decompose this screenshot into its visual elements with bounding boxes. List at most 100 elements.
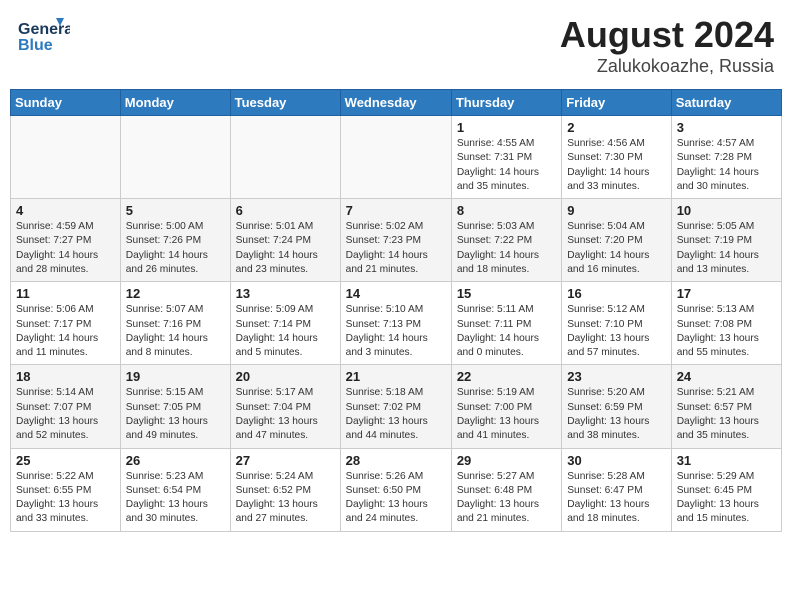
logo-icon: General Blue [18,14,70,58]
table-row: 10Sunrise: 5:05 AMSunset: 7:19 PMDayligh… [671,199,781,282]
day-number: 17 [677,286,776,301]
calendar-week-row: 25 Sunrise: 5:22 AMSunset: 6:55 PMDayligh… [11,448,782,531]
day-number: 1 [457,120,556,135]
calendar-table: Sunday Monday Tuesday Wednesday Thursday… [10,89,782,532]
day-info: Sunrise: 5:28 AMSunset: 6:47 PMDaylight:… [567,470,665,527]
day-info: Sunrise: 5:10 AMSunset: 7:13 PMDaylight:… [346,303,446,360]
day-info: Sunrise: 5:04 AMSunset: 7:20 PMDaylight:… [567,220,665,277]
table-row: 3 Sunrise: 4:57 AMSunset: 7:28 PMDaylight… [671,116,781,199]
day-info: Sunrise: 5:07 AMSunset: 7:16 PMDaylight:… [126,303,225,360]
day-info: Sunrise: 4:59 AMSunset: 7:27 PMDaylight:… [16,220,115,277]
day-number: 23 [567,369,665,384]
day-info: Sunrise: 4:57 AMSunset: 7:28 PMDaylight:… [677,137,776,194]
table-row: 9Sunrise: 5:04 AMSunset: 7:20 PMDaylight… [562,199,671,282]
table-row: 11 Sunrise: 5:06 AMSunset: 7:17 PMDayligh… [11,282,121,365]
day-number: 30 [567,453,665,468]
table-row: 4 Sunrise: 4:59 AMSunset: 7:27 PMDaylight… [11,199,121,282]
logo: General Blue [18,14,70,58]
day-info: Sunrise: 5:17 AMSunset: 7:04 PMDaylight:… [236,386,335,443]
calendar-subtitle: Zalukokoazhe, Russia [560,56,774,77]
table-row: 23 Sunrise: 5:20 AMSunset: 6:59 PMDayligh… [562,365,671,448]
day-info: Sunrise: 5:29 AMSunset: 6:45 PMDaylight:… [677,470,776,527]
day-number: 8 [457,203,556,218]
svg-text:Blue: Blue [18,37,53,54]
table-row [11,116,121,199]
table-row: 29 Sunrise: 5:27 AMSunset: 6:48 PMDayligh… [451,448,561,531]
day-info: Sunrise: 5:13 AMSunset: 7:08 PMDaylight:… [677,303,776,360]
day-info: Sunrise: 5:26 AMSunset: 6:50 PMDaylight:… [346,470,446,527]
day-info: Sunrise: 5:01 AMSunset: 7:24 PMDaylight:… [236,220,335,277]
table-row [340,116,451,199]
day-number: 3 [677,120,776,135]
table-row: 15Sunrise: 5:11 AMSunset: 7:11 PMDayligh… [451,282,561,365]
table-row: 25 Sunrise: 5:22 AMSunset: 6:55 PMDayligh… [11,448,121,531]
day-number: 4 [16,203,115,218]
day-info: Sunrise: 5:19 AMSunset: 7:00 PMDaylight:… [457,386,556,443]
day-number: 24 [677,369,776,384]
day-info: Sunrise: 5:12 AMSunset: 7:10 PMDaylight:… [567,303,665,360]
header-thursday: Thursday [451,90,561,116]
header-wednesday: Wednesday [340,90,451,116]
day-number: 20 [236,369,335,384]
table-row: 2Sunrise: 4:56 AMSunset: 7:30 PMDaylight… [562,116,671,199]
day-info: Sunrise: 5:20 AMSunset: 6:59 PMDaylight:… [567,386,665,443]
table-row [120,116,230,199]
day-number: 11 [16,286,115,301]
day-number: 5 [126,203,225,218]
page-header: General Blue August 2024 Zalukokoazhe, R… [10,10,782,81]
table-row: 31 Sunrise: 5:29 AMSunset: 6:45 PMDayligh… [671,448,781,531]
day-number: 31 [677,453,776,468]
day-info: Sunrise: 5:14 AMSunset: 7:07 PMDaylight:… [16,386,115,443]
table-row [230,116,340,199]
day-number: 14 [346,286,446,301]
table-row: 20 Sunrise: 5:17 AMSunset: 7:04 PMDayligh… [230,365,340,448]
table-row: 30 Sunrise: 5:28 AMSunset: 6:47 PMDayligh… [562,448,671,531]
day-info: Sunrise: 5:27 AMSunset: 6:48 PMDaylight:… [457,470,556,527]
table-row: 1 Sunrise: 4:55 AMSunset: 7:31 PMDaylight… [451,116,561,199]
day-number: 25 [16,453,115,468]
calendar-title-block: August 2024 Zalukokoazhe, Russia [560,14,774,77]
day-number: 22 [457,369,556,384]
day-info: Sunrise: 4:55 AMSunset: 7:31 PMDaylight:… [457,137,556,194]
day-number: 27 [236,453,335,468]
table-row: 13Sunrise: 5:09 AMSunset: 7:14 PMDayligh… [230,282,340,365]
table-row: 8 Sunrise: 5:03 AMSunset: 7:22 PMDaylight… [451,199,561,282]
day-info: Sunrise: 5:03 AMSunset: 7:22 PMDaylight:… [457,220,556,277]
svg-text:General: General [18,21,70,38]
table-row: 21Sunrise: 5:18 AMSunset: 7:02 PMDayligh… [340,365,451,448]
day-number: 6 [236,203,335,218]
calendar-week-row: 4 Sunrise: 4:59 AMSunset: 7:27 PMDaylight… [11,199,782,282]
table-row: 26 Sunrise: 5:23 AMSunset: 6:54 PMDayligh… [120,448,230,531]
day-info: Sunrise: 5:00 AMSunset: 7:26 PMDaylight:… [126,220,225,277]
day-info: Sunrise: 5:18 AMSunset: 7:02 PMDaylight:… [346,386,446,443]
calendar-header-row: Sunday Monday Tuesday Wednesday Thursday… [11,90,782,116]
table-row: 6 Sunrise: 5:01 AMSunset: 7:24 PMDaylight… [230,199,340,282]
day-number: 12 [126,286,225,301]
table-row: 12 Sunrise: 5:07 AMSunset: 7:16 PMDayligh… [120,282,230,365]
header-friday: Friday [562,90,671,116]
table-row: 7Sunrise: 5:02 AMSunset: 7:23 PMDaylight… [340,199,451,282]
day-number: 29 [457,453,556,468]
day-info: Sunrise: 5:22 AMSunset: 6:55 PMDaylight:… [16,470,115,527]
calendar-title: August 2024 [560,14,774,56]
day-info: Sunrise: 5:24 AMSunset: 6:52 PMDaylight:… [236,470,335,527]
day-info: Sunrise: 5:11 AMSunset: 7:11 PMDaylight:… [457,303,556,360]
day-number: 13 [236,286,335,301]
day-number: 18 [16,369,115,384]
day-number: 26 [126,453,225,468]
table-row: 5 Sunrise: 5:00 AMSunset: 7:26 PMDaylight… [120,199,230,282]
day-info: Sunrise: 5:06 AMSunset: 7:17 PMDaylight:… [16,303,115,360]
table-row: 16Sunrise: 5:12 AMSunset: 7:10 PMDayligh… [562,282,671,365]
day-number: 19 [126,369,225,384]
header-saturday: Saturday [671,90,781,116]
day-info: Sunrise: 5:15 AMSunset: 7:05 PMDaylight:… [126,386,225,443]
table-row: 22 Sunrise: 5:19 AMSunset: 7:00 PMDayligh… [451,365,561,448]
day-info: Sunrise: 4:56 AMSunset: 7:30 PMDaylight:… [567,137,665,194]
day-info: Sunrise: 5:05 AMSunset: 7:19 PMDaylight:… [677,220,776,277]
table-row: 24Sunrise: 5:21 AMSunset: 6:57 PMDayligh… [671,365,781,448]
day-info: Sunrise: 5:23 AMSunset: 6:54 PMDaylight:… [126,470,225,527]
header-monday: Monday [120,90,230,116]
header-tuesday: Tuesday [230,90,340,116]
day-number: 7 [346,203,446,218]
table-row: 19 Sunrise: 5:15 AMSunset: 7:05 PMDayligh… [120,365,230,448]
